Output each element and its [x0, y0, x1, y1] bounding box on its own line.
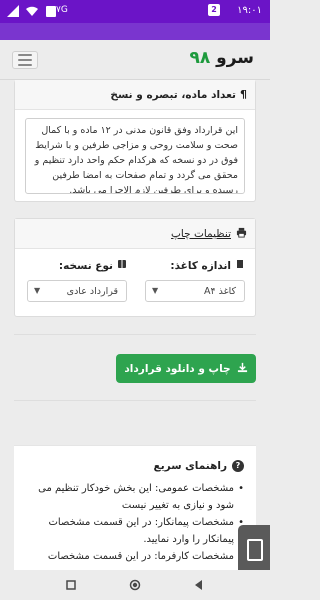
hamburger-line [18, 54, 32, 56]
print-download-button[interactable]: چاپ و دانلود قرارداد [116, 354, 256, 383]
clock: ۱۹:۰۱ [237, 5, 262, 16]
app-top-strip [0, 23, 270, 40]
paper-size-value: کاغذ A۴ [203, 285, 236, 297]
list-item: مشخصات کارفرما: در این قسمت مشخصات [24, 548, 244, 565]
list-item: مشخصات پیمانکار: در این قسمت مشخصات پیما… [24, 514, 244, 548]
paper-size-select[interactable]: کاغذ A۴ ▼ [145, 280, 245, 302]
quick-guide-title-text: راهنمای سریع [153, 460, 227, 472]
brand-logo[interactable]: سرو ۹۸ [189, 48, 254, 68]
brand-text: سرو [216, 48, 254, 68]
divider [14, 400, 256, 401]
articles-card: ¶ تعداد ماده، تبصره و نسخ این قرارداد وف… [14, 80, 256, 202]
quick-guide-title: ? راهنمای سریع [154, 460, 244, 472]
menu-toggle-button[interactable] [12, 51, 38, 69]
print-settings-card: تنظیمات چاپ اندازه کاغذ: نوع نسخه: کاغذ … [14, 218, 256, 317]
hamburger-line [18, 64, 32, 66]
network-type: ‏۷G [56, 5, 68, 15]
printer-icon [236, 227, 247, 241]
print-download-label: چاپ و دانلود قرارداد [124, 362, 231, 375]
articles-card-title: تعداد ماده، تبصره و نسخ [110, 88, 236, 101]
chevron-down-icon: ▼ [152, 286, 159, 295]
copy-type-label: نوع نسخه: [59, 259, 127, 272]
print-settings-header: تنظیمات چاپ [15, 219, 255, 249]
brand-number: ۹۸ [189, 48, 211, 68]
status-icons [6, 4, 58, 18]
download-icon [237, 362, 248, 376]
document-icon [247, 539, 263, 561]
signal-icon [6, 4, 20, 18]
home-button[interactable] [128, 578, 142, 592]
quick-guide-list: مشخصات عمومی: این بخش خودکار تنظیم می شو… [24, 480, 244, 565]
paper-size-label: اندازه کاغذ: [170, 259, 245, 272]
articles-card-header: ¶ تعداد ماده، تبصره و نسخ [15, 80, 255, 110]
quick-guide-panel: ? راهنمای سریع مشخصات عمومی: این بخش خود… [14, 445, 256, 570]
notification-badge: 2 [208, 4, 220, 16]
status-bar: ‏۷G 2 ۱۹:۰۱ [0, 0, 270, 23]
wifi-icon [25, 4, 39, 18]
articles-textarea[interactable]: این قرارداد وفق قانون مدنی در ۱۲ ماده و … [25, 118, 245, 194]
book-icon [117, 259, 127, 272]
navbar: سرو ۹۸ [0, 40, 270, 80]
back-button[interactable] [192, 578, 206, 592]
copy-type-label-text: نوع نسخه: [58, 259, 113, 272]
recents-button[interactable] [64, 578, 78, 592]
system-navigation-bar [0, 570, 270, 600]
floating-tab-button[interactable] [238, 525, 270, 575]
hamburger-line [18, 59, 32, 61]
copy-type-value: قرارداد عادی [66, 285, 118, 297]
paper-size-label-text: اندازه کاغذ: [170, 259, 231, 272]
divider [14, 334, 256, 335]
copy-type-select[interactable]: قرارداد عادی ▼ [27, 280, 127, 302]
list-item: مشخصات عمومی: این بخش خودکار تنظیم می شو… [24, 480, 244, 514]
pilcrow-icon: ¶ [240, 88, 247, 101]
file-icon [235, 259, 245, 272]
chevron-down-icon: ▼ [34, 286, 41, 295]
question-circle-icon: ? [232, 460, 244, 472]
print-settings-title: تنظیمات چاپ [171, 227, 231, 240]
